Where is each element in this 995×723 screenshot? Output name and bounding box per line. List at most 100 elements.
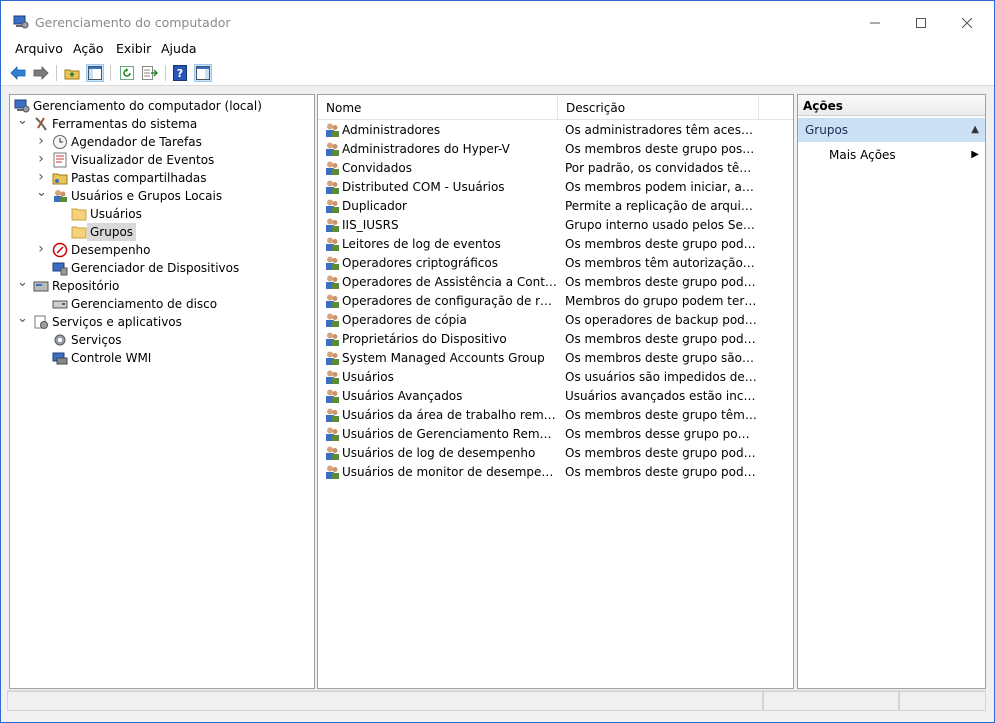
tree-item-8[interactable]: › Desempenho	[10, 241, 314, 259]
group-row[interactable]: Usuários Avançados Usuários avançados est…	[318, 387, 793, 406]
group-description: Os membros deste grupo têm dir...	[565, 408, 757, 422]
group-row[interactable]: Operadores de configuração de rede Membro…	[318, 292, 793, 311]
tree-item-2[interactable]: › Agendador de Tarefas	[10, 133, 314, 151]
tree-item-label: Gerenciamento do computador (local)	[33, 99, 262, 113]
action-mais-acoes[interactable]: Mais Ações ▶	[798, 144, 985, 166]
submenu-arrow-icon: ▶	[971, 149, 979, 160]
chevron-right-icon[interactable]: ›	[36, 133, 46, 151]
close-button[interactable]	[944, 1, 990, 45]
group-row[interactable]: Convidados Por padrão, os convidados têm …	[318, 159, 793, 178]
tree-item-label: Desempenho	[71, 243, 151, 257]
show-hide-tree-button[interactable]	[86, 64, 104, 82]
list-header: Nome Descrição	[318, 95, 793, 120]
group-row[interactable]: Administradores Os administradores têm ac…	[318, 121, 793, 140]
group-description: Usuários avançados estão incluíd...	[565, 389, 757, 403]
group-icon	[326, 465, 339, 479]
column-header-name[interactable]: Nome	[318, 95, 558, 119]
group-row[interactable]: Usuários de log de desempenho Os membros …	[318, 444, 793, 463]
back-button[interactable]	[9, 64, 27, 82]
group-icon	[326, 351, 339, 365]
group-name: Usuários de Gerenciamento Remoto	[342, 427, 558, 441]
group-row[interactable]: Operadores criptográficos Os membros têm …	[318, 254, 793, 273]
menu-arquivo[interactable]: Arquivo	[15, 41, 63, 56]
tree-item-5[interactable]: ⌄ Usuários e Grupos Locais	[10, 186, 314, 205]
tree-item-13[interactable]: Serviços	[10, 331, 314, 349]
tree-item-label: Visualizador de Eventos	[71, 153, 215, 167]
group-row[interactable]: Operadores de Assistência a Controle d..…	[318, 273, 793, 292]
tree-item-label: Usuários e Grupos Locais	[71, 189, 223, 203]
refresh-button[interactable]	[118, 64, 136, 82]
menu-ajuda[interactable]: Ajuda	[161, 41, 197, 56]
tree-item-1[interactable]: ⌄ Ferramentas do sistema	[10, 114, 314, 133]
actions-section-grupos[interactable]: Grupos ▲	[798, 118, 985, 142]
group-icon	[326, 446, 339, 460]
menu-bar: Arquivo Ação Exibir Ajuda	[1, 41, 994, 61]
chevron-right-icon[interactable]: ›	[36, 151, 46, 169]
group-row[interactable]: Proprietários do Dispositivo Os membros d…	[318, 330, 793, 349]
group-name: Administradores do Hyper-V	[342, 142, 510, 156]
chevron-down-icon[interactable]: ⌄	[17, 114, 28, 133]
tree-item-12[interactable]: ⌄ Serviços e aplicativos	[10, 312, 314, 331]
group-name: Operadores de Assistência a Controle d..…	[342, 275, 558, 289]
group-row[interactable]: IIS_IUSRS Grupo interno usado pelos Servi…	[318, 216, 793, 235]
up-one-level-button[interactable]	[63, 64, 81, 82]
group-row[interactable]: Usuários de monitor de desempenho Os memb…	[318, 463, 793, 482]
group-description: Permite a replicação de arquivos ...	[565, 199, 757, 213]
group-name: Usuários da área de trabalho remota	[342, 408, 558, 422]
maximize-button[interactable]	[898, 1, 944, 45]
group-icon	[326, 427, 339, 441]
group-row[interactable]: System Managed Accounts Group Os membros …	[318, 349, 793, 368]
console-tree[interactable]: Gerenciamento do computador (local) ⌄ Ferr…	[9, 94, 315, 689]
menu-acao[interactable]: Ação	[73, 41, 104, 56]
group-icon	[326, 180, 339, 194]
group-icon	[326, 123, 339, 137]
group-name: IIS_IUSRS	[342, 218, 399, 232]
chevron-down-icon[interactable]: ⌄	[17, 312, 28, 331]
group-row[interactable]: Operadores de cópia Os operadores de back…	[318, 311, 793, 330]
group-row[interactable]: Duplicador Permite a replicação de arquiv…	[318, 197, 793, 216]
collapse-triangle-icon[interactable]: ▲	[971, 118, 979, 142]
system-tools-icon	[35, 117, 47, 131]
chevron-down-icon[interactable]: ⌄	[36, 186, 47, 205]
group-icon	[326, 256, 339, 270]
tree-item-9[interactable]: Gerenciador de Dispositivos	[10, 259, 314, 277]
clock-icon	[53, 135, 67, 149]
computer-management-icon	[13, 15, 29, 29]
tree-item-11[interactable]: Gerenciamento de disco	[10, 295, 314, 313]
tree-item-6[interactable]: Usuários	[10, 205, 314, 223]
group-row[interactable]: Usuários Os usuários são impedidos de faz…	[318, 368, 793, 387]
help-button[interactable]: ?	[171, 64, 189, 82]
tree-item-7[interactable]: Grupos	[10, 223, 314, 241]
group-row[interactable]: Usuários de Gerenciamento Remoto Os membr…	[318, 425, 793, 444]
groups-list-view[interactable]: Nome Descrição Administradores Os adminis…	[317, 94, 794, 689]
chevron-right-icon[interactable]: ›	[36, 241, 46, 259]
toolbar: ?	[1, 61, 994, 86]
group-name: Operadores de cópia	[342, 313, 467, 327]
maximize-icon	[916, 18, 926, 28]
tree-item-0[interactable]: Gerenciamento do computador (local)	[10, 97, 314, 115]
shared-folder-icon	[52, 173, 68, 185]
show-hide-action-pane-button[interactable]	[194, 64, 212, 82]
group-row[interactable]: Usuários da área de trabalho remota Os me…	[318, 406, 793, 425]
tree-item-4[interactable]: › Pastas compartilhadas	[10, 169, 314, 187]
group-description: Os membros deste grupo podem ...	[565, 275, 757, 289]
group-row[interactable]: Administradores do Hyper-V Os membros des…	[318, 140, 793, 159]
group-row[interactable]: Distributed COM - Usuários Os membros pod…	[318, 178, 793, 197]
tree-item-10[interactable]: ⌄ Repositório	[10, 276, 314, 295]
forward-button[interactable]	[32, 64, 50, 82]
menu-exibir[interactable]: Exibir	[116, 41, 151, 56]
tree-item-3[interactable]: › Visualizador de Eventos	[10, 151, 314, 169]
tree-item-14[interactable]: Controle WMI	[10, 349, 314, 367]
group-icon	[326, 142, 339, 156]
group-description: Os membros deste grupo são ger...	[565, 351, 757, 365]
column-header-description[interactable]: Descrição	[558, 95, 759, 119]
chevron-down-icon[interactable]: ⌄	[17, 276, 28, 295]
minimize-button[interactable]	[852, 1, 898, 45]
minimize-icon	[870, 22, 880, 24]
group-description: Os membros têm autorização par...	[565, 256, 757, 270]
group-row[interactable]: Leitores de log de eventos Os membros des…	[318, 235, 793, 254]
status-bar	[7, 690, 986, 713]
export-list-button[interactable]	[141, 64, 159, 82]
title-bar[interactable]: Gerenciamento do computador	[1, 1, 994, 45]
group-name: Usuários	[342, 370, 394, 384]
